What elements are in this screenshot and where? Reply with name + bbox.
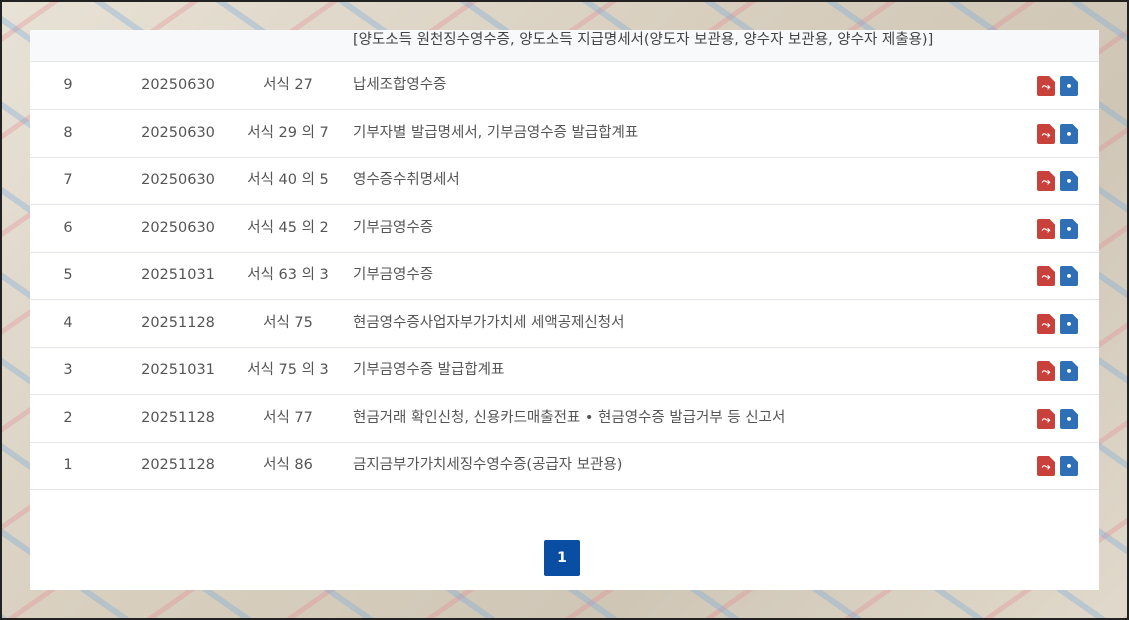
hwp-download-icon[interactable]: •: [1060, 218, 1078, 239]
download-icons: ⤳ •: [1037, 76, 1079, 96]
hwp-download-icon[interactable]: •: [1060, 361, 1078, 381]
row-form-name: 기부금영수증: [353, 267, 434, 283]
download-icons: ⤳ •: [1037, 361, 1079, 381]
row-form-name: 영수증수취명세서: [353, 172, 460, 188]
table-row: 6 20250630 서식 45 의 2 기부금영수증 ⤳ •: [30, 205, 1099, 253]
row-number: 8: [63, 124, 73, 141]
row-date: 20250630: [141, 77, 215, 93]
pdf-download-icon[interactable]: ⤳: [1037, 171, 1055, 191]
row-form-name: 현금영수증사업자부가가치세 세액공제신청서: [353, 314, 625, 331]
page-1-button[interactable]: 1: [544, 540, 580, 576]
table-row: 7 20250630 서식 40 의 5 영수증수취명세서 ⤳ •: [30, 157, 1099, 205]
row-form-name: 금지금부가가치세징수영수증(공급자 보관용): [353, 457, 623, 473]
hwp-download-icon[interactable]: •: [1060, 171, 1078, 191]
row-date: 20250630: [141, 219, 215, 236]
row-form-name: 납세조합영수증: [353, 77, 447, 93]
table-row: 9 20250630 서식 27 납세조합영수증 ⤳ •: [30, 62, 1099, 110]
table-row: 5 20251031 서식 63 의 3 기부금영수증 ⤳ •: [30, 252, 1099, 300]
download-icons: ⤳ •: [1037, 313, 1079, 334]
hwp-download-icon[interactable]: •: [1060, 123, 1078, 144]
row-form-name: 기부자별 발급명세서, 기부금영수증 발급합계표: [353, 124, 639, 141]
table-row: 3 20251031 서식 75 의 3 기부금영수증 발급합계표 ⤳ •: [30, 347, 1099, 395]
row-form-number: 서식 40 의 5: [247, 172, 329, 188]
row-date: 20251031: [141, 362, 215, 378]
row-form-number: 서식 29 의 7: [247, 124, 329, 141]
form-name: [양도소득 원천징수영수증, 양도소득 지급명세서(양도자 보관용, 양수자 보…: [353, 32, 934, 48]
row-date: 20251128: [141, 409, 215, 426]
row-form-number: 서식 63 의 3: [247, 267, 329, 283]
table-row: 4 20251128 서식 75 현금영수증사업자부가가치세 세액공제신청서 ⤳ •: [30, 300, 1099, 348]
pdf-download-icon[interactable]: ⤳: [1037, 218, 1055, 239]
hwp-download-icon[interactable]: •: [1060, 76, 1078, 96]
table-row: 2 20251128 서식 77 현금거래 확인신청, 신용카드매출전표 • 현금영수…: [30, 395, 1099, 443]
row-form-number: 서식 75 의 3: [247, 362, 329, 378]
download-icons: ⤳ •: [1037, 218, 1079, 239]
row-date: 20251128: [141, 314, 215, 331]
download-icons: ⤳ •: [1037, 408, 1079, 429]
download-icons: ⤳ •: [1037, 456, 1079, 476]
row-form-number: 서식 45 의 2: [247, 219, 329, 236]
row-number: 3: [63, 362, 73, 378]
download-icons: ⤳ •: [1037, 123, 1079, 144]
row-number: 6: [63, 219, 73, 236]
pdf-download-icon[interactable]: ⤳: [1037, 266, 1055, 286]
pdf-download-icon[interactable]: ⤳: [1037, 408, 1055, 429]
table-row: 1 20251128 서식 86 금지금부가가치세징수영수증(공급자 보관용) ⤳ •: [30, 442, 1099, 490]
pdf-download-icon[interactable]: ⤳: [1037, 456, 1055, 476]
row-date: 20250630: [141, 124, 215, 141]
row-form-number: 서식 86: [263, 457, 313, 473]
row-form-name: 현금거래 확인신청, 신용카드매출전표 • 현금영수증 발급거부 등 신고서: [353, 409, 786, 426]
pdf-download-icon[interactable]: ⤳: [1037, 313, 1055, 334]
row-number: 5: [63, 267, 73, 283]
row-date: 20250630: [141, 172, 215, 188]
table-row-partial: [양도소득 원천징수영수증, 양도소득 지급명세서(양도자 보관용, 양수자 보…: [30, 30, 1099, 62]
pdf-download-icon[interactable]: ⤳: [1037, 361, 1055, 381]
row-date: 20251128: [141, 457, 215, 473]
row-number: 7: [63, 172, 73, 188]
row-form-number: 서식 27: [263, 77, 313, 93]
pdf-download-icon[interactable]: ⤳: [1037, 123, 1055, 144]
hwp-download-icon[interactable]: •: [1060, 313, 1078, 334]
row-date: 20251031: [141, 267, 215, 283]
row-number: 4: [63, 314, 73, 331]
row-form-name: 기부금영수증 발급합계표: [353, 362, 505, 378]
row-form-number: 서식 75: [263, 314, 313, 331]
row-form-number: 서식 77: [263, 409, 313, 426]
hwp-download-icon[interactable]: •: [1060, 408, 1078, 429]
row-number: 9: [63, 77, 73, 93]
pdf-download-icon[interactable]: ⤳: [1037, 76, 1055, 96]
form-list-panel: [양도소득 원천징수영수증, 양도소득 지급명세서(양도자 보관용, 양수자 보…: [30, 30, 1099, 590]
row-form-name: 기부금영수증: [353, 219, 434, 236]
row-number: 1: [63, 457, 73, 473]
table-row: 8 20250630 서식 29 의 7 기부자별 발급명세서, 기부금영수증 발급합…: [30, 110, 1099, 158]
download-icons: ⤳ •: [1037, 266, 1079, 286]
hwp-download-icon[interactable]: •: [1060, 456, 1078, 476]
hwp-download-icon[interactable]: •: [1060, 266, 1078, 286]
row-number: 2: [63, 409, 73, 426]
download-icons: ⤳ •: [1037, 171, 1079, 191]
